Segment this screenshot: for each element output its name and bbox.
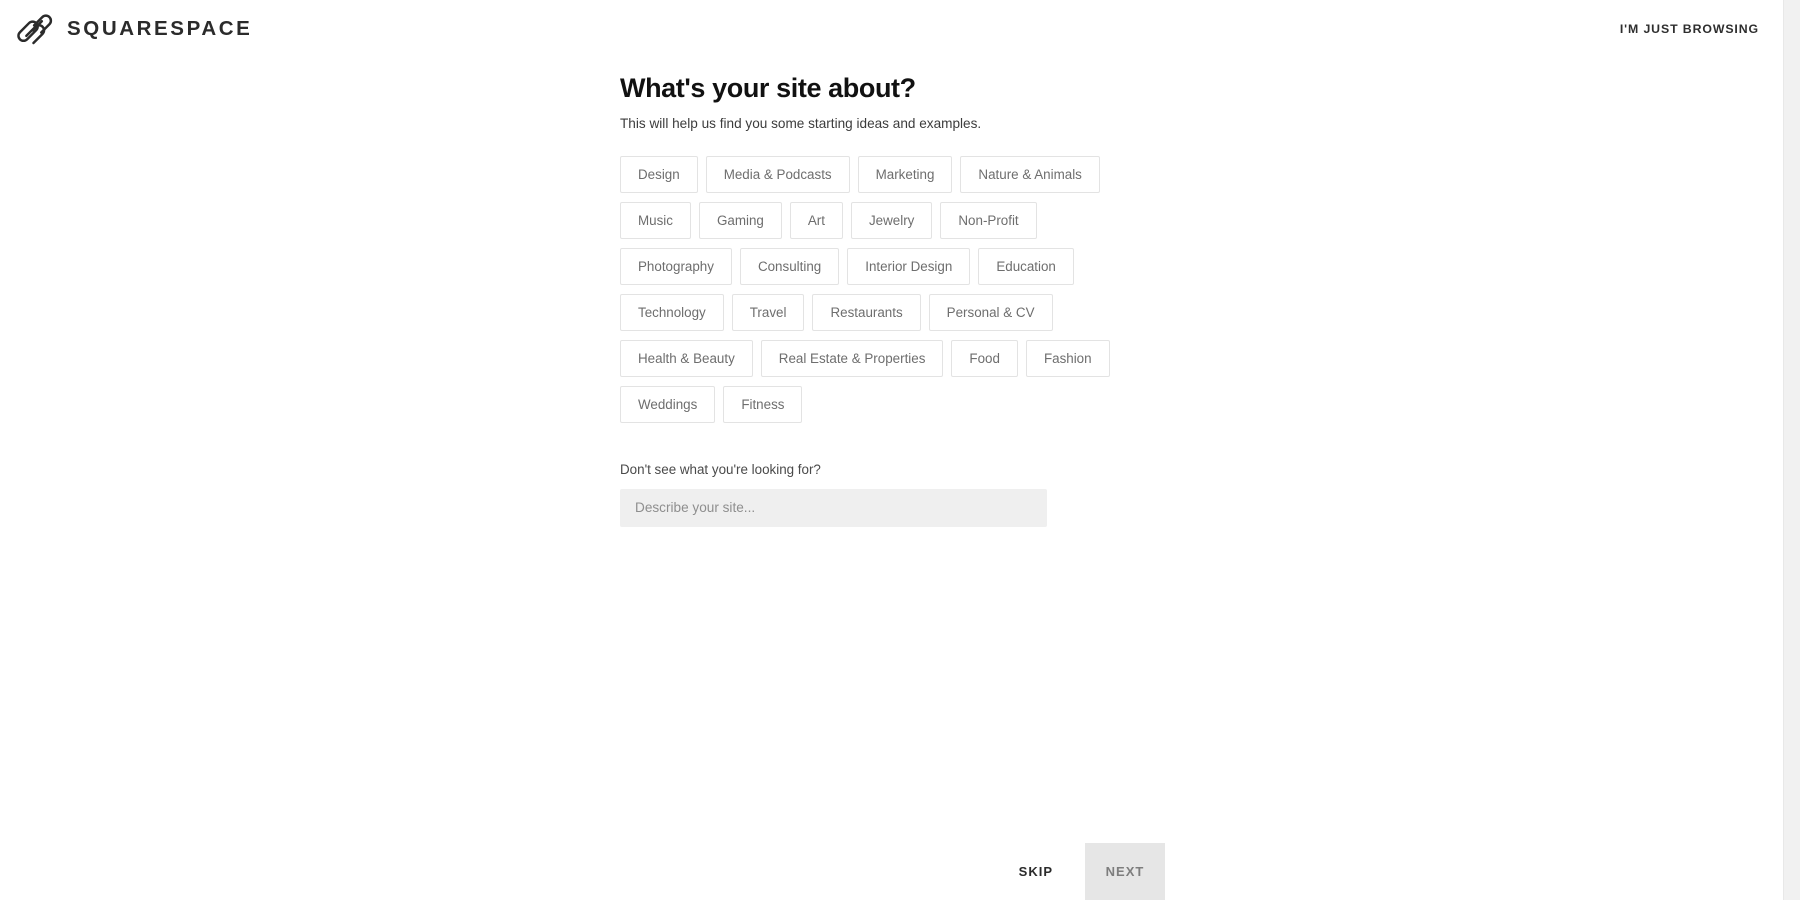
page-subtitle: This will help us find you some starting… — [620, 115, 982, 131]
category-chip[interactable]: Photography — [620, 247, 732, 285]
category-chip[interactable]: Education — [978, 247, 1074, 285]
category-chip[interactable]: Fashion — [1025, 339, 1110, 377]
category-chip[interactable]: Personal & CV — [928, 293, 1053, 331]
category-chip[interactable]: Restaurants — [812, 293, 921, 331]
skip-button[interactable]: SKIP — [999, 843, 1073, 900]
brand-wordmark: SQUARESPACE — [67, 17, 253, 40]
category-chip[interactable]: Consulting — [739, 247, 840, 285]
squarespace-brand[interactable]: SQUARESPACE — [14, 13, 252, 45]
category-chip[interactable]: Health & Beauty — [620, 339, 753, 377]
squarespace-logo-icon — [17, 14, 53, 45]
vertical-scrollbar[interactable] — [1783, 0, 1800, 900]
category-chip[interactable]: Travel — [731, 293, 805, 331]
category-chip[interactable]: Non-Profit — [940, 201, 1037, 239]
category-chip[interactable]: Media & Podcasts — [705, 155, 850, 193]
category-chip[interactable]: Design — [620, 155, 698, 193]
category-chip[interactable]: Music — [620, 201, 691, 239]
just-browsing-link[interactable]: I'M JUST BROWSING — [1618, 16, 1761, 42]
page-footer: SKIP NEXT — [0, 804, 1783, 900]
page-header: SQUARESPACE I'M JUST BROWSING — [0, 0, 1783, 58]
category-chip[interactable]: Fitness — [723, 385, 803, 423]
fallback-label: Don't see what you're looking for? — [620, 461, 821, 477]
category-chip[interactable]: Technology — [620, 293, 724, 331]
onboarding-page: SQUARESPACE I'M JUST BROWSING What's you… — [0, 0, 1783, 900]
category-chip[interactable]: Real Estate & Properties — [760, 339, 944, 377]
category-chip[interactable]: Food — [951, 339, 1018, 377]
category-chip[interactable]: Art — [789, 201, 843, 239]
onboarding-content: What's your site about? This will help u… — [620, 72, 1120, 527]
describe-site-input[interactable] — [620, 488, 1047, 527]
category-chip[interactable]: Nature & Animals — [960, 155, 1100, 193]
category-chip-group: Design Media & Podcasts Marketing Nature & … — [620, 155, 1110, 423]
fallback-section: Don't see what you're looking for? — [620, 462, 1120, 527]
category-chip[interactable]: Interior Design — [847, 247, 971, 285]
category-chip[interactable]: Marketing — [857, 155, 953, 193]
category-chip[interactable]: Weddings — [620, 385, 716, 423]
next-button[interactable]: NEXT — [1085, 843, 1165, 900]
page-title: What's your site about? — [620, 73, 916, 103]
category-chip[interactable]: Gaming — [698, 201, 782, 239]
category-chip[interactable]: Jewelry — [850, 201, 933, 239]
